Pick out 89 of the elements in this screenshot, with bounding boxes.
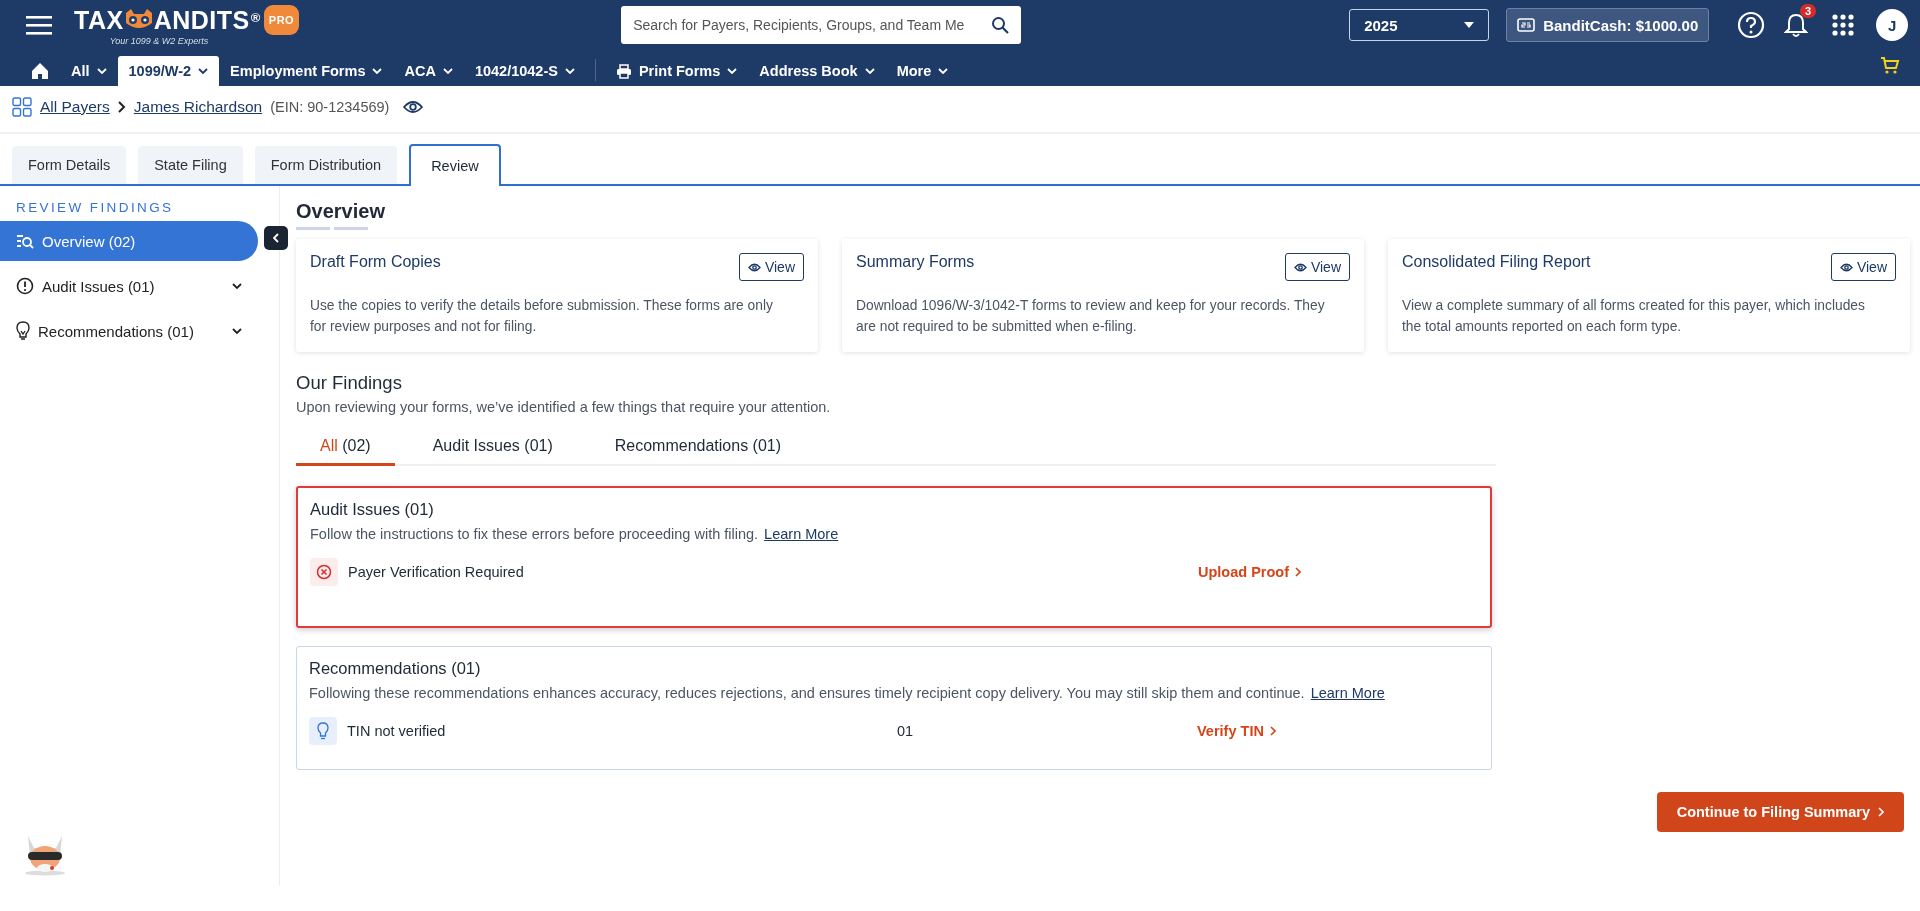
continue-button[interactable]: Continue to Filing Summary (1656, 792, 1904, 832)
caret-icon (938, 68, 949, 74)
section-title: Our Findings (296, 372, 403, 394)
payers-grid-icon (12, 97, 32, 117)
bandit-cash-button[interactable]: BanditCash: $1000.00 (1506, 8, 1710, 42)
pro-badge: PRO (263, 4, 300, 35)
apps-grid-icon[interactable] (1832, 14, 1855, 36)
learn-more-link[interactable]: Learn More (1310, 685, 1385, 701)
nav-menu[interactable]: All (60, 56, 118, 86)
panel-title: Recommendations (01) (309, 659, 482, 678)
card-description: Download 1096/W-3/1042-T forms to review and keep for your records. They are not required to be submitted when e-filing. (856, 297, 1326, 336)
eye-icon[interactable] (403, 100, 424, 114)
search-list-icon (16, 233, 34, 249)
page-tab[interactable]: Form Distribution (254, 146, 398, 184)
nav-menu[interactable]: More (885, 56, 960, 86)
nav-menu[interactable]: Address Book (748, 56, 886, 86)
lightbulb-icon (317, 722, 329, 740)
chevron-icon (117, 101, 126, 113)
nav-menu[interactable]: ACA (393, 56, 464, 86)
year-dropdown[interactable]: 2025 (1349, 9, 1490, 41)
printer-icon (615, 63, 632, 79)
eye-icon (1293, 262, 1307, 272)
eye-icon (1839, 262, 1853, 272)
caret-icon (372, 68, 383, 74)
lightbulb-icon (16, 321, 30, 341)
owl-icon (123, 8, 154, 31)
action-link[interactable]: Upload Proof (1198, 564, 1302, 580)
panel-description: Follow the instructions to fix these errors before proceeding with filing. Learn More (310, 526, 840, 542)
logo-tagline: Your 1099 & W2 Experts (108, 35, 210, 46)
finding-count: 01 (897, 723, 915, 739)
filter-tab[interactable]: Recommendations (01) (590, 437, 806, 466)
nav-menu[interactable]: 1099/W-2 (117, 56, 220, 86)
registered-mark: ® (250, 8, 261, 27)
user-avatar[interactable]: J (1876, 9, 1909, 41)
section-heading: REVIEW FINDINGS (15, 199, 175, 217)
alert-circle-icon (16, 277, 34, 295)
nav-menu[interactable]: 1042/1042-S (463, 56, 586, 86)
page-title: Overview (296, 200, 386, 223)
home-icon (31, 62, 49, 80)
caret-icon (442, 68, 453, 74)
sidebar-item[interactable]: Audit Issues (01) (0, 266, 258, 306)
page-tab[interactable]: Review (409, 144, 501, 186)
chevron-left-icon (273, 233, 279, 243)
card-description: Use the copies to verify the details before submission. These forms are only for review purposes and not for filing. (310, 297, 774, 336)
caret-icon (96, 68, 107, 74)
chevron-icon (1295, 567, 1302, 577)
sidebar-item[interactable]: Overview (02) (0, 221, 258, 261)
card-title: Draft Form Copies (310, 253, 441, 271)
filter-tab[interactable]: All (02) (296, 437, 395, 466)
eye-icon (747, 262, 761, 272)
panel-description: Following these recommendations enhances accuracy, reduces rejections, and ensures timely recipient copy delivery. You may still skip them and continue. Learn More (309, 685, 1386, 701)
page-tab[interactable]: Form Details (12, 146, 127, 184)
sidebar-item[interactable]: Recommendations (01) (0, 311, 258, 351)
chevron-icon (1269, 726, 1276, 736)
breadcrumb-link[interactable]: All Payers (40, 98, 110, 116)
view-button[interactable]: View (738, 253, 804, 281)
menu-icon (26, 15, 52, 35)
finding-label: TIN not verified (347, 723, 447, 739)
breadcrumb-link[interactable]: James Richardson (133, 98, 263, 116)
search-field[interactable]: Search for Payers, Recipients, Groups, and Team Me (621, 6, 1022, 44)
view-button[interactable]: View (1284, 253, 1350, 281)
finding-label: Payer Verification Required (348, 564, 525, 580)
chevron-icon (1878, 807, 1884, 817)
cart-icon[interactable] (1880, 56, 1900, 74)
error-icon (316, 564, 332, 580)
wallet-icon (1517, 17, 1536, 33)
card-title: Summary Forms (856, 253, 975, 271)
logo-text: ANDITS (153, 6, 250, 33)
section-subtitle: Upon reviewing your forms, we’ve identified a few things that require your attention. (296, 399, 832, 415)
page-tab[interactable]: State Filing (138, 146, 243, 184)
nav-menu[interactable]: Print Forms (604, 56, 749, 86)
caret-icon (198, 68, 209, 74)
filter-tab[interactable]: Audit Issues (01) (408, 437, 577, 466)
caret-icon (727, 68, 738, 74)
nav-menu[interactable]: Employment Forms (219, 56, 394, 86)
action-link[interactable]: Verify TIN (1197, 723, 1276, 739)
ein-text: (EIN: 90-1234569) (270, 99, 390, 115)
panel-title: Audit Issues (01) (310, 500, 435, 519)
notification-count: 3 (1800, 4, 1817, 18)
collapse-button[interactable] (264, 226, 288, 250)
logo-text: TAX (74, 6, 124, 33)
learn-more-link[interactable]: Learn More (764, 526, 839, 542)
view-button[interactable]: View (1830, 253, 1896, 281)
card-title: Consolidated Filing Report (1402, 253, 1591, 271)
caret-icon (564, 68, 575, 74)
card-description: View a complete summary of all forms created for this payer, which includes the total amounts reported on each form type. (1402, 297, 1866, 336)
help-icon[interactable] (1737, 11, 1766, 39)
caret-icon (1464, 22, 1475, 28)
caret-icon (864, 68, 875, 74)
